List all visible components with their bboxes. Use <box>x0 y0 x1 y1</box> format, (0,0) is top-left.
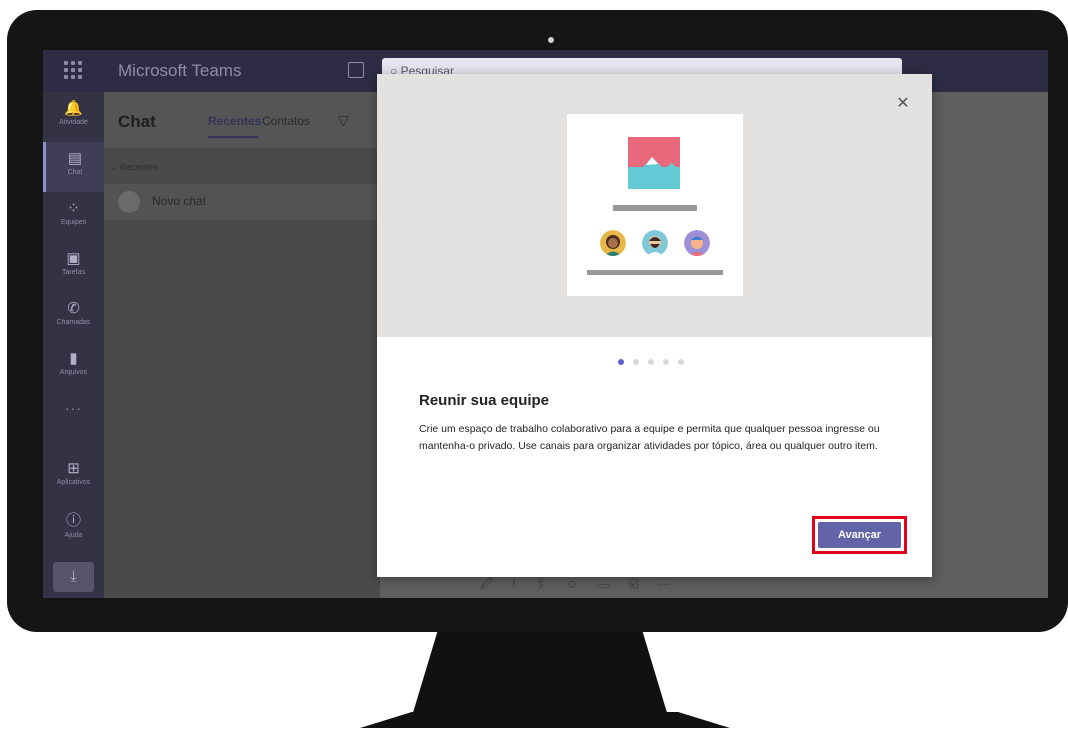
list-item[interactable]: Novo chat <box>104 184 380 220</box>
rail-label: Arquivos <box>59 369 88 376</box>
tab-recentes[interactable]: Recentes <box>208 114 261 128</box>
person-avatar-icon <box>600 230 626 256</box>
webcam-dot <box>548 37 554 43</box>
teams-icon: ⁘ <box>67 200 80 217</box>
help-icon: ⓘ <box>65 512 81 529</box>
monitor-stand <box>412 631 668 716</box>
illustration-line <box>587 270 723 275</box>
page-dot[interactable] <box>678 359 684 365</box>
filter-icon[interactable]: ▽ <box>338 112 349 129</box>
rail-label: Ajuda <box>64 532 83 539</box>
rail-item-chamadas[interactable]: ✆ Chamadas <box>43 292 104 342</box>
tab-contatos[interactable]: Contatos <box>262 114 310 128</box>
rail-item-equipes[interactable]: ⁘ Equipes <box>43 192 104 242</box>
compose-toolbar[interactable]: 🖉 ! 🖇 ☺ ▭ ☑ ⋯ <box>480 575 678 596</box>
rail-label: Atividade <box>59 119 88 126</box>
app-rail: 🔔 Atividade ▤ Chat ⁘ Equipes ▣ Tarefas ✆… <box>43 92 104 598</box>
active-tab-indicator <box>208 136 258 138</box>
chat-icon: ▤ <box>67 150 83 167</box>
rail-item-tarefas[interactable]: ▣ Tarefas <box>43 242 104 292</box>
page-dot[interactable] <box>618 359 624 365</box>
dialog-hero: ✕ <box>377 74 932 337</box>
tasks-icon: ▣ <box>66 250 81 267</box>
rail-item-aplicativos[interactable]: ⊞ Aplicativos <box>43 452 104 502</box>
rail-item-arquivos[interactable]: ▮ Arquivos <box>43 342 104 392</box>
rail-item-chat[interactable]: ▤ Chat <box>43 142 104 192</box>
chat-header: Chat Recentes Contatos ▽ <box>104 92 380 148</box>
phone-icon: ✆ <box>67 300 80 317</box>
new-chat-icon[interactable] <box>348 62 364 78</box>
section-recentes[interactable]: ⌄ Recentes <box>110 162 158 173</box>
app-launcher-icon[interactable] <box>64 61 82 79</box>
close-icon[interactable]: ✕ <box>893 94 913 114</box>
rail-label: Aplicativos <box>56 479 91 486</box>
dialog-title: Reunir sua equipe <box>419 392 550 409</box>
rail-label: Equipes <box>60 219 87 226</box>
chat-name: Novo chat <box>152 194 207 208</box>
page-dot[interactable] <box>663 359 669 365</box>
monitor-stand-base <box>360 712 730 728</box>
rail-label: Chat <box>67 169 83 176</box>
person-avatar-icon <box>684 230 710 256</box>
page-dot[interactable] <box>648 359 654 365</box>
next-button[interactable]: Avançar <box>818 522 901 548</box>
highlight-box: Avançar <box>812 516 907 554</box>
section-label: Recentes <box>120 162 159 172</box>
welcome-dialog: ✕ Reunir sua equipe Crie um espaço de tr… <box>377 74 932 577</box>
person-avatar-icon <box>642 230 668 256</box>
illustration-line <box>613 205 697 211</box>
download-icon[interactable]: ⤓ <box>53 562 94 592</box>
chat-list-panel: Chat Recentes Contatos ▽ ⌄ Recentes Novo… <box>104 92 380 598</box>
more-apps-icon[interactable]: ··· <box>43 400 104 416</box>
rail-item-atividade[interactable]: 🔔 Atividade <box>43 92 104 142</box>
image-placeholder-icon <box>628 137 680 189</box>
app-title: Microsoft Teams <box>118 61 242 80</box>
bell-icon: 🔔 <box>64 100 83 117</box>
rail-label: Chamadas <box>56 319 91 326</box>
avatar <box>118 191 140 213</box>
rail-label: Tarefas <box>62 269 85 276</box>
chat-title: Chat <box>118 112 156 131</box>
apps-icon: ⊞ <box>67 460 80 477</box>
team-illustration <box>567 114 743 296</box>
dialog-body: Crie um espaço de trabalho colaborativo … <box>419 423 880 452</box>
page-dot[interactable] <box>633 359 639 365</box>
rail-item-ajuda[interactable]: ⓘ Ajuda <box>43 502 104 552</box>
files-icon: ▮ <box>69 350 78 367</box>
